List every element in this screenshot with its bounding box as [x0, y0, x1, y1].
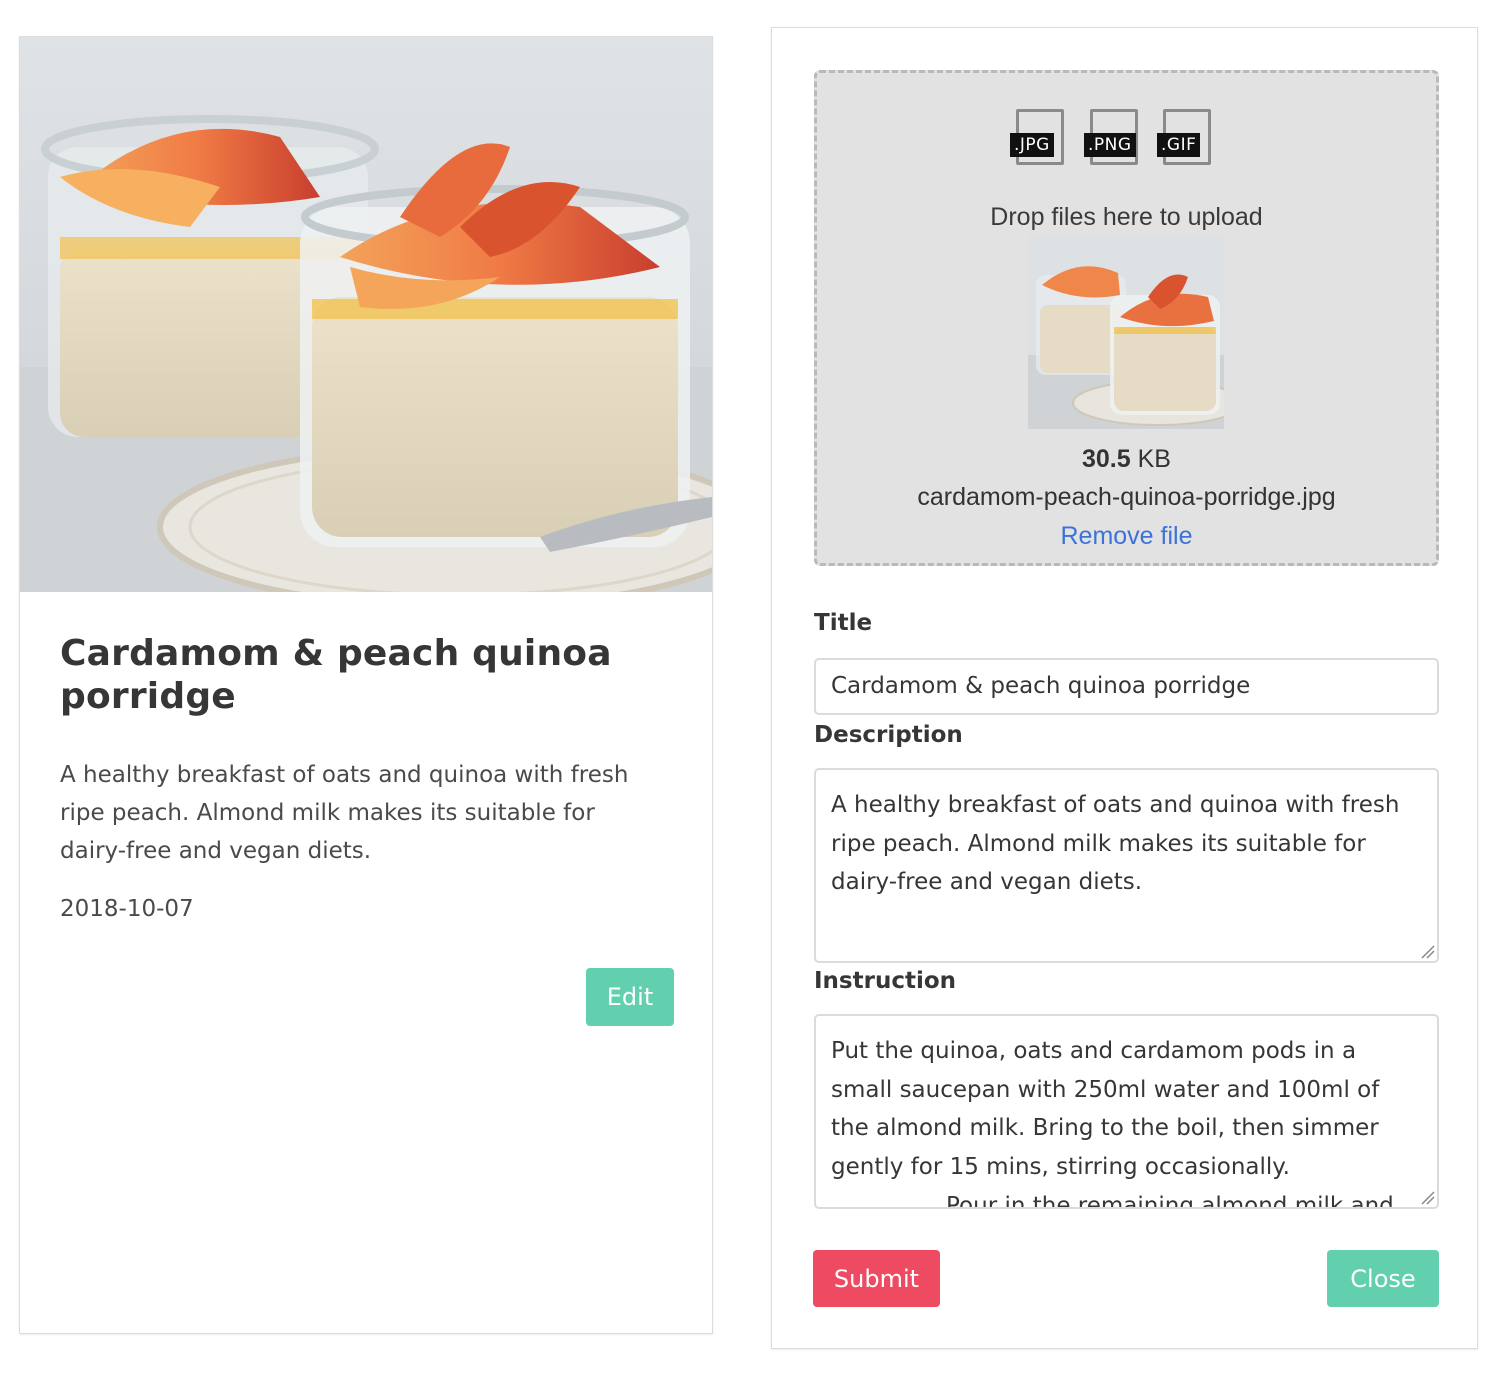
jpg-file-icon: .JPG [1010, 109, 1070, 165]
uploaded-file-thumbnail [1028, 235, 1224, 429]
file-size: 30.5 KB [1082, 445, 1171, 473]
close-button[interactable]: Close [1327, 1250, 1439, 1307]
porridge-photo [20, 37, 712, 592]
file-dropzone[interactable]: .JPG .PNG .GIF Drop files here to upload [814, 70, 1439, 566]
gif-file-icon: .GIF [1157, 109, 1217, 165]
file-name: cardamom-peach-quinoa-porridge.jpg [917, 483, 1336, 511]
edit-button[interactable]: Edit [586, 968, 674, 1026]
recipe-card: Cardamom & peach quinoa porridge A healt… [19, 36, 713, 1334]
instruction-label: Instruction [814, 968, 957, 994]
title-input[interactable]: Cardamom & peach quinoa porridge [814, 658, 1439, 715]
remove-file-link[interactable]: Remove file [817, 522, 1436, 551]
recipe-date: 2018-10-07 [60, 896, 194, 922]
recipe-description: A healthy breakfast of oats and quinoa w… [60, 762, 629, 864]
card-content: Cardamom & peach quinoa porridge A healt… [60, 632, 660, 924]
resize-handle-icon[interactable] [1419, 1189, 1435, 1205]
recipe-title: Cardamom & peach quinoa porridge [60, 633, 612, 717]
title-label: Title [814, 610, 873, 636]
instruction-textarea[interactable]: Put the quinoa, oats and cardamom pods i… [814, 1014, 1439, 1209]
drop-instructions: Drop files here to upload [990, 203, 1263, 231]
recipe-image [20, 37, 712, 592]
edit-recipe-form: .JPG .PNG .GIF Drop files here to upload [771, 27, 1478, 1349]
description-label: Description [814, 722, 963, 748]
resize-handle-icon[interactable] [1419, 943, 1435, 959]
porridge-thumbnail-image [1028, 235, 1224, 429]
png-file-icon: .PNG [1084, 109, 1144, 165]
description-textarea[interactable]: A healthy breakfast of oats and quinoa w… [814, 768, 1439, 963]
submit-button[interactable]: Submit [813, 1250, 940, 1307]
